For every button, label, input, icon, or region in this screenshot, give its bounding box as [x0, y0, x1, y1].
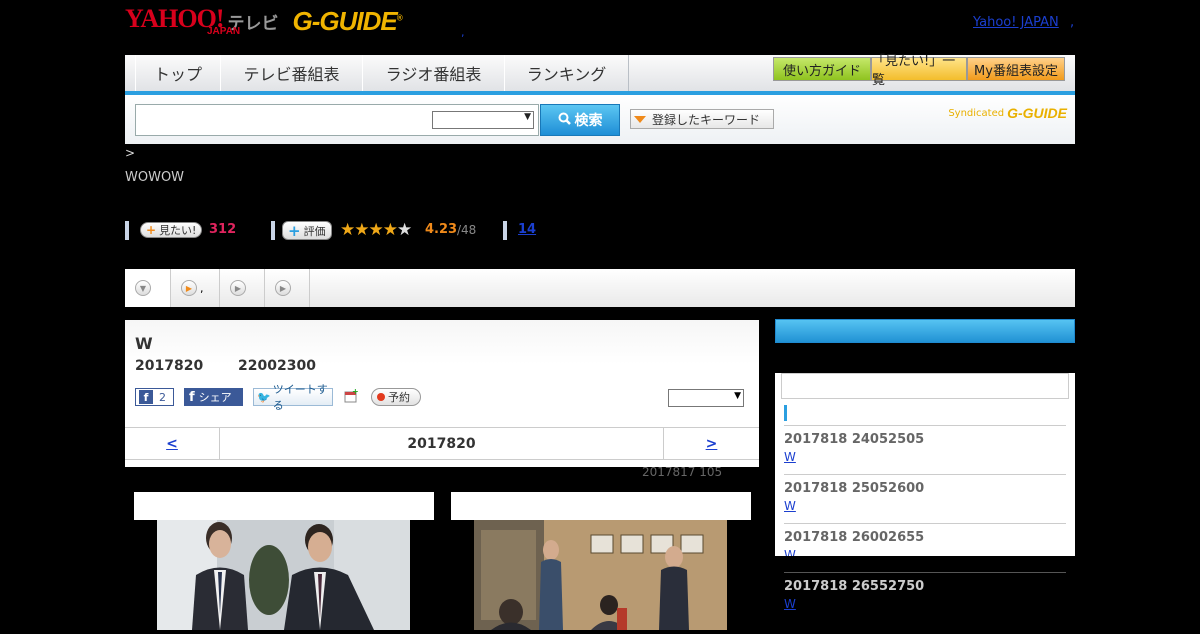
facebook-share-button[interactable]: f シェア [184, 388, 243, 406]
header-dot: , [461, 26, 465, 39]
tab-reviews[interactable]: ▶ [220, 269, 265, 307]
usage-guide-button[interactable]: 使い方ガイド [773, 57, 871, 81]
yahoo-tv-logo[interactable]: YAHOO! JAPAN テレビ G-GUIDE® [125, 4, 403, 46]
sidebar-banner [775, 343, 1075, 373]
channel-name: WOWOW [125, 170, 185, 185]
tab-cast[interactable]: ▶, [171, 269, 220, 307]
facebook-like-button[interactable]: f 2 [135, 388, 174, 406]
tab-top[interactable]: トップ [135, 55, 221, 91]
search-category-select[interactable]: ▼ [432, 111, 534, 129]
program-image-1[interactable] [134, 492, 434, 630]
header-link-dot: , [1070, 15, 1075, 30]
tweet-button[interactable]: 🐦 ツイートする [253, 383, 333, 412]
yahoo-japan-link[interactable]: Yahoo! JAPAN [973, 15, 1059, 30]
search-icon [558, 112, 571, 129]
episode-link[interactable]: W [784, 499, 1066, 513]
list-item: 2017818 26552750 W [784, 572, 1066, 611]
list-item: 2017818 25052600 W [784, 474, 1066, 513]
next-date-link[interactable]: > [663, 428, 759, 459]
twitter-bird-icon: 🐦 [257, 390, 271, 404]
global-nav: トップ テレビ番組表 ラジオ番組表 ランキング 使い方ガイド 「見たい!」一覧 … [125, 54, 1075, 95]
photo-office-meeting [451, 520, 751, 630]
current-date: 2017820 [407, 435, 476, 452]
star-icon: ★ [340, 220, 355, 240]
air-datetime: 2017818 25052600 [784, 481, 925, 496]
tab-ranking[interactable]: ランキング [504, 55, 629, 91]
program-time: 22002300 [238, 358, 316, 374]
rate-button[interactable]: + 評価 [282, 221, 332, 240]
sidebar-overflow: 2017818 26552750 W [775, 556, 1075, 630]
episode-link[interactable]: W [784, 597, 1066, 611]
saved-keywords-button[interactable]: 登録したキーワード [630, 109, 774, 129]
sidebar-box [781, 373, 1069, 399]
program-title: W [135, 334, 153, 353]
my-schedule-settings-button[interactable]: My番組表設定 [967, 57, 1065, 81]
stat-divider [503, 221, 507, 240]
episode-link[interactable]: W [784, 450, 1066, 464]
tab-tv-schedule[interactable]: テレビ番組表 [220, 55, 363, 91]
tab-related[interactable]: ▶ [265, 269, 310, 307]
dropdown-triangle-icon [634, 115, 646, 123]
prev-date-link[interactable]: < [125, 428, 220, 459]
star-icon: ★ [368, 220, 384, 240]
program-date: 2017820 [135, 358, 204, 374]
program-detail-panel: W 2017820 22002300 f 2 f シェア 🐦 ツイートする + 予約… [125, 320, 759, 467]
tab-radio-schedule[interactable]: ラジオ番組表 [362, 55, 505, 91]
reserve-button[interactable]: 予約 [371, 388, 421, 406]
breadcrumb[interactable]: > [125, 146, 135, 160]
saved-keywords-label: 登録したキーワード [652, 112, 761, 127]
stat-divider [125, 221, 129, 240]
program-image-2[interactable] [451, 492, 751, 630]
list-item: 2017818 24052505 W [784, 425, 1066, 464]
facebook-icon: f [139, 390, 153, 404]
sidebar-header [775, 319, 1075, 343]
gguide-logo[interactable]: G-GUIDE® [293, 6, 403, 37]
air-datetime: 2017818 26002655 [784, 530, 925, 545]
plus-icon: + [288, 221, 301, 240]
rating-count: /48 [457, 223, 477, 237]
date-navigation: < 2017820 > [125, 427, 759, 460]
chevron-down-icon: ▼ [734, 391, 741, 401]
sidebar-schedule: 2017818 24052505 W 2017818 25052600 W 20… [775, 319, 1075, 562]
chevron-down-icon: ▼ [524, 112, 531, 122]
stat-divider [271, 221, 275, 240]
star-icon: ★ [354, 220, 369, 240]
star-rating: ★★★★★ [340, 220, 412, 240]
rating-value: 4.23 [425, 222, 458, 237]
plus-icon: + [146, 223, 157, 237]
want-count: 312 [209, 222, 237, 237]
calendar-add-icon[interactable]: + [343, 387, 359, 404]
sidebar-section-marker [784, 405, 787, 421]
search-bar: ▼ 検索 登録したキーワード Syndicated G-GUIDE [125, 95, 1075, 144]
play-icon: ▶ [275, 280, 291, 296]
star-icon: ★ [382, 220, 398, 240]
photo-two-men-office [134, 520, 434, 630]
yahoo-japan-sublogo: JAPAN [207, 26, 241, 37]
play-icon: ▶ [181, 280, 197, 296]
record-icon [377, 393, 385, 401]
want-list-button[interactable]: 「見たい!」一覧 [871, 54, 967, 88]
want-button[interactable]: + 見たい! [140, 222, 203, 238]
air-datetime: 2017818 24052505 [784, 432, 925, 447]
tab-program-info[interactable]: ▼ [125, 269, 171, 307]
program-options-select[interactable]: ▼ [668, 389, 744, 407]
play-icon: ▶ [230, 280, 246, 296]
star-icon: ★ [397, 220, 412, 240]
air-datetime: 2017818 26552750 [784, 579, 925, 594]
down-arrow-icon: ▼ [135, 280, 151, 296]
review-count-link[interactable]: 14 [518, 222, 536, 237]
svg-text:+: + [352, 388, 359, 396]
image-caption [451, 492, 751, 520]
last-updated: 2017817 105 [642, 465, 723, 479]
syndicated-gguide-logo: Syndicated G-GUIDE [948, 105, 1067, 121]
facebook-icon: f [189, 389, 195, 405]
search-button-label: 検索 [574, 113, 603, 129]
yahoo-logo: YAHOO! JAPAN [125, 4, 241, 38]
search-button[interactable]: 検索 [540, 104, 620, 136]
image-caption [134, 492, 434, 520]
program-tabs: ▼ ▶, ▶ ▶ [125, 269, 1075, 307]
